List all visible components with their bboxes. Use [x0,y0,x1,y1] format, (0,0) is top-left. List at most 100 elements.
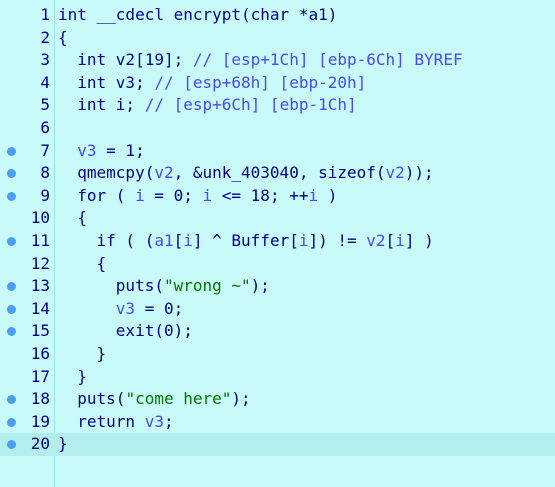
pseudocode-editor[interactable]: 1 int __cdecl encrypt(char *a1) 2{3 int v2… [0,0,555,487]
code-line[interactable]: 12 { [0,253,555,276]
line-number: 17 [30,366,50,386]
code-line[interactable]: 11 if ( (a1[i] ^ Buffer[i]) != v2[i] ) [0,230,555,253]
code-token: ) [318,185,338,205]
code-token: } [58,343,107,363]
code-line[interactable]: 14 v3 = 0; [0,298,555,321]
code-line[interactable]: 13 puts("wrong ~"); [0,275,555,298]
code-token: return [58,411,145,431]
code-token: ; [163,411,174,431]
code-text[interactable]: } [58,343,555,366]
code-text[interactable]: } [58,433,555,456]
code-line[interactable]: 1 int __cdecl encrypt(char *a1) [0,4,555,27]
code-text[interactable]: for ( i = 0; i <= 18; ++i ) [58,185,555,208]
code-line[interactable]: 3 int v2[19]; // [esp+1Ch] [ebp-6Ch] BYR… [0,49,555,72]
code-token: , &unk_403040, sizeof( [173,163,386,183]
code-token: ] ) [404,230,434,250]
code-token: ); [250,276,270,296]
line-number: 2 [40,27,50,47]
code-line[interactable]: 2{ [0,27,555,50]
line-number: 8 [40,163,50,183]
breakpoint-marker-icon[interactable] [7,282,16,292]
code-text[interactable]: puts("come here"); [58,388,555,411]
code-line[interactable]: 5 int i; // [esp+6Ch] [ebp-1Ch] [0,94,555,117]
code-text[interactable]: int i; // [esp+6Ch] [ebp-1Ch] [58,94,555,117]
code-lines: 1 int __cdecl encrypt(char *a1) 2{3 int v2… [0,4,555,456]
code-text[interactable]: int v3; // [esp+68h] [ebp-20h] [58,72,555,95]
breakpoint-marker-icon[interactable] [7,169,16,179]
code-text[interactable]: int v2[19]; // [esp+1Ch] [ebp-6Ch] BYREF [58,49,555,72]
code-token: v3 [144,411,164,431]
breakpoint-marker-icon[interactable] [7,146,16,156]
code-text[interactable]: exit(0); [58,320,555,343]
code-token: // [esp+1Ch] [ebp-6Ch] BYREF [192,50,463,70]
code-token: <= 18; ++ [212,185,309,205]
code-token: exit(0); [58,321,193,341]
line-number: 9 [40,185,50,205]
code-line[interactable]: 18 puts("come here"); [0,388,555,411]
code-token: v2 [366,230,386,250]
code-text[interactable]: puts("wrong ~"); [58,275,555,298]
code-token: = 0; [135,298,184,318]
code-line[interactable]: 19 return v3; [0,411,555,434]
code-token: "wrong ~" [163,276,251,296]
breakpoint-marker-icon[interactable] [7,327,16,337]
code-token: = 0; [144,185,203,205]
line-number: 15 [30,321,50,341]
code-text[interactable]: int __cdecl encrypt(char *a1) [58,4,555,27]
code-line[interactable]: 17 } [0,366,555,389]
code-token: v2 [154,163,174,183]
code-token: int v3; [58,72,155,92]
code-line[interactable]: 16 } [0,343,555,366]
code-token: int i; [58,95,145,115]
code-text[interactable]: { [58,253,555,276]
code-text[interactable]: if ( (a1[i] ^ Buffer[i]) != v2[i] ) [58,230,555,253]
code-token: = 1; [96,140,145,160]
breakpoint-marker-icon[interactable] [7,395,16,405]
code-text[interactable]: return v3; [58,411,555,434]
code-token: if ( ( [58,230,155,250]
code-line[interactable]: 20} [0,433,555,456]
code-line[interactable]: 6 [0,117,555,140]
code-token: i [183,230,193,250]
line-number: 4 [40,72,50,92]
code-token: a1 [154,230,174,250]
line-number: 14 [30,298,50,318]
code-token: v3 [115,298,136,318]
breakpoint-marker-icon[interactable] [7,440,16,450]
code-text[interactable]: } [58,366,555,389]
code-token: // [esp+6Ch] [ebp-1Ch] [144,95,357,115]
breakpoint-marker-icon[interactable] [7,304,16,314]
code-token: [ [173,230,184,250]
code-text[interactable]: qmemcpy(v2, &unk_403040, sizeof(v2)); [58,162,555,185]
code-token: // [esp+68h] [ebp-20h] [154,72,367,92]
code-text[interactable]: { [58,27,555,50]
code-token: } [58,434,68,454]
breakpoint-marker-icon[interactable] [7,417,16,427]
code-line[interactable]: 8 qmemcpy(v2, &unk_403040, sizeof(v2)); [0,162,555,185]
code-line[interactable]: 7 v3 = 1; [0,140,555,163]
line-number: 12 [30,253,50,273]
code-text[interactable]: { [58,207,555,230]
code-token: ] ^ Buffer[ [192,230,299,250]
code-token: qmemcpy( [58,163,155,183]
line-number: 6 [40,117,50,137]
code-line[interactable]: 4 int v3; // [esp+68h] [ebp-20h] [0,72,555,95]
code-token: { [58,27,68,47]
code-line[interactable]: 15 exit(0); [0,320,555,343]
code-token: i [395,230,405,250]
line-number: 1 [40,5,50,24]
code-token: v3 [77,140,97,160]
code-token: int __cdecl encrypt(char *a1) [58,5,338,24]
code-line[interactable]: 10 { [0,207,555,230]
code-token: puts( [58,389,126,409]
code-text[interactable]: v3 = 0; [58,298,555,321]
line-number: 11 [30,230,50,250]
breakpoint-marker-icon[interactable] [7,191,16,201]
line-number: 13 [30,276,50,296]
code-text[interactable]: v3 = 1; [58,140,555,163]
breakpoint-marker-icon[interactable] [7,236,16,246]
code-line[interactable]: 9 for ( i = 0; i <= 18; ++i ) [0,185,555,208]
code-token: ]) != [308,230,367,250]
